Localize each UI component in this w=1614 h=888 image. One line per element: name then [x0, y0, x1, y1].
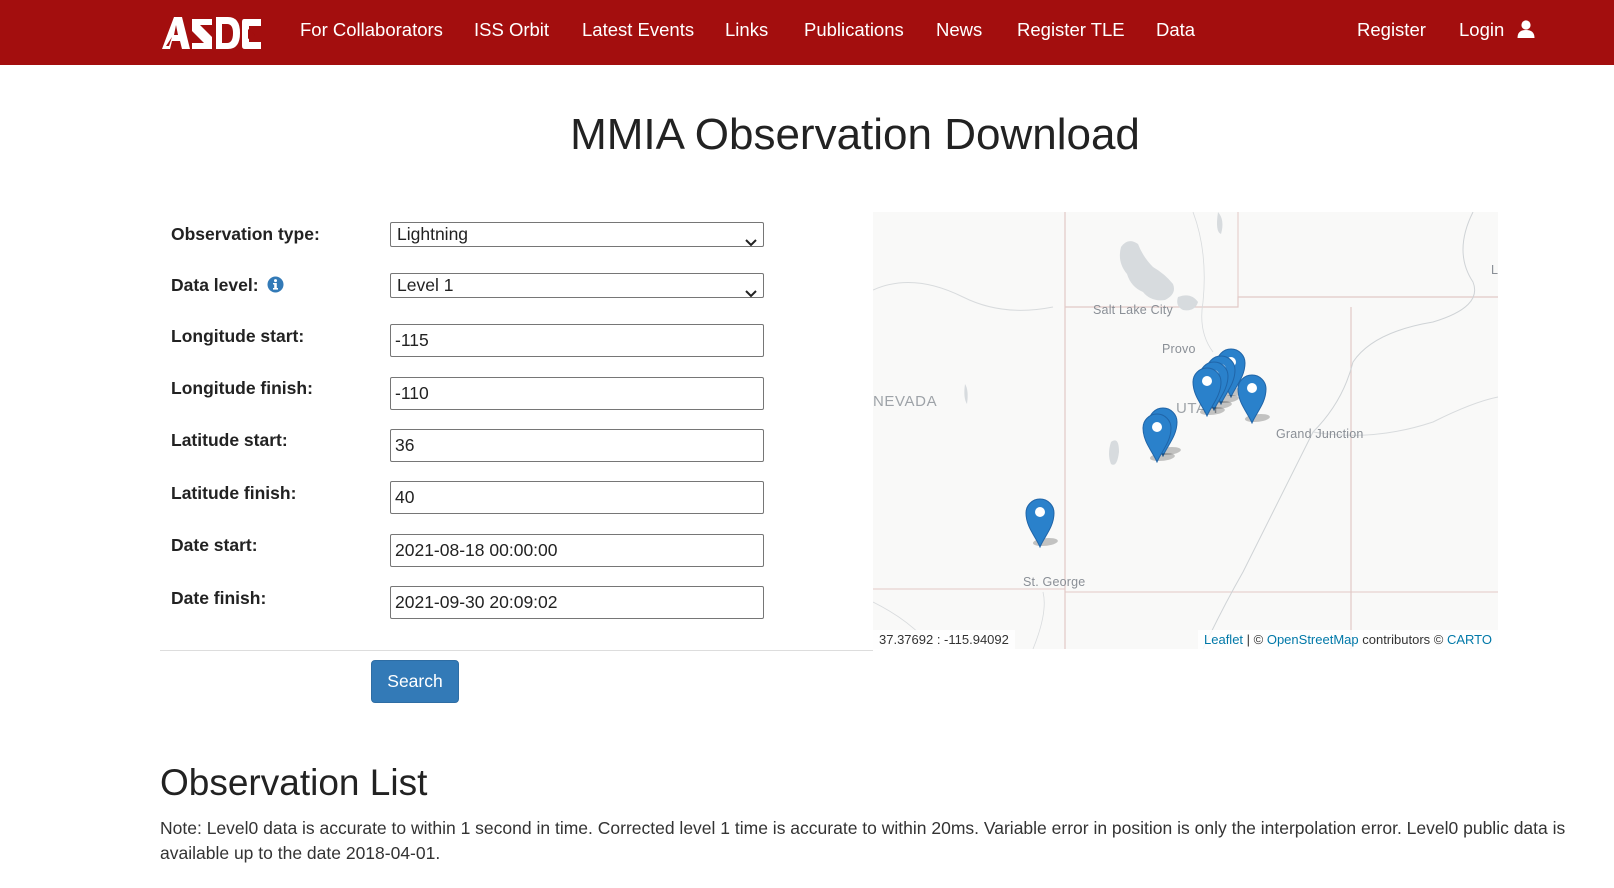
map-pin-icon — [1237, 374, 1270, 425]
data-level-select[interactable]: Level 1 — [390, 273, 764, 298]
latitude-finish-input[interactable]: 40 — [390, 481, 764, 514]
search-button[interactable]: Search — [371, 660, 459, 703]
leaflet-link[interactable]: Leaflet — [1204, 632, 1243, 647]
data-level-value: Level 1 — [397, 275, 454, 295]
map-pin-icon — [1142, 413, 1175, 464]
nav-login-label: Login — [1459, 19, 1505, 40]
asdc-logo[interactable] — [160, 15, 262, 56]
nav-register[interactable]: Register — [1357, 0, 1426, 62]
map-label-grand-junction: Grand Junction — [1276, 427, 1364, 441]
data-level-label: Data level: — [171, 275, 284, 298]
map-label-st-george: St. George — [1023, 575, 1086, 589]
map-attribution: Leaflet | © OpenStreetMap contributors ©… — [1198, 630, 1498, 649]
nav-news[interactable]: News — [936, 0, 982, 62]
nav-data[interactable]: Data — [1156, 0, 1195, 62]
form-divider — [160, 650, 873, 651]
map-view[interactable]: Salt Lake City Provo NEVADA UTAH Grand J… — [873, 212, 1498, 649]
map-marker[interactable] — [1191, 365, 1225, 418]
map-pin-icon — [1192, 367, 1225, 418]
map-marker[interactable] — [1236, 372, 1270, 425]
user-icon — [1517, 2, 1535, 62]
nav-register-tle[interactable]: Register TLE — [1017, 0, 1125, 62]
observation-type-value: Lightning — [397, 224, 469, 244]
page-title: MMIA Observation Download — [570, 110, 1140, 159]
nav-for-collaborators[interactable]: For Collaborators — [300, 0, 443, 62]
asdc-logo-graphic — [162, 17, 261, 49]
carto-link[interactable]: CARTO — [1447, 632, 1492, 647]
map-label-partial: L — [1491, 263, 1498, 277]
latitude-start-input[interactable]: 36 — [390, 429, 764, 462]
attribution-contributors: contributors © — [1358, 632, 1447, 647]
latitude-finish-label: Latitude finish: — [171, 483, 297, 503]
chevron-down-icon — [745, 281, 757, 303]
date-finish-label: Date finish: — [171, 588, 267, 608]
map-label-provo: Provo — [1162, 342, 1196, 356]
observation-list-title: Observation List — [160, 762, 428, 803]
latitude-start-label: Latitude start: — [171, 430, 288, 450]
nav-publications[interactable]: Publications — [804, 0, 904, 62]
longitude-finish-input[interactable]: -110 — [390, 377, 764, 410]
data-level-label-text: Data level: — [171, 275, 259, 295]
nav-latest-events[interactable]: Latest Events — [582, 0, 694, 62]
longitude-finish-label: Longitude finish: — [171, 378, 313, 398]
nav-links[interactable]: Links — [725, 0, 768, 62]
date-finish-input[interactable]: 2021-09-30 20:09:02 — [390, 586, 764, 619]
map-coordinate-readout: 37.37692 : -115.94092 — [873, 630, 1015, 649]
longitude-start-label: Longitude start: — [171, 326, 305, 346]
observation-list-note: Note: Level0 data is accurate to within … — [160, 818, 1566, 863]
map-pin-icon — [1025, 498, 1058, 549]
longitude-start-input[interactable]: -115 — [390, 324, 764, 357]
openstreetmap-link[interactable]: OpenStreetMap — [1267, 632, 1359, 647]
top-navbar: For Collaborators ISS Orbit Latest Event… — [0, 0, 1614, 65]
map-marker[interactable] — [1141, 411, 1175, 464]
observation-type-label: Observation type: — [171, 224, 320, 244]
date-start-label: Date start: — [171, 535, 258, 555]
chevron-down-icon — [745, 230, 757, 252]
nav-login[interactable]: Login — [1459, 0, 1535, 62]
nav-iss-orbit[interactable]: ISS Orbit — [474, 0, 549, 62]
map-label-salt-lake-city: Salt Lake City — [1093, 303, 1173, 317]
date-start-input[interactable]: 2021-08-18 00:00:00 — [390, 534, 764, 567]
attribution-sep: | © — [1243, 632, 1267, 647]
map-label-nevada: NEVADA — [873, 393, 938, 410]
observation-type-select[interactable]: Lightning — [390, 222, 764, 247]
info-icon[interactable] — [267, 276, 284, 298]
map-marker[interactable] — [1024, 496, 1058, 549]
